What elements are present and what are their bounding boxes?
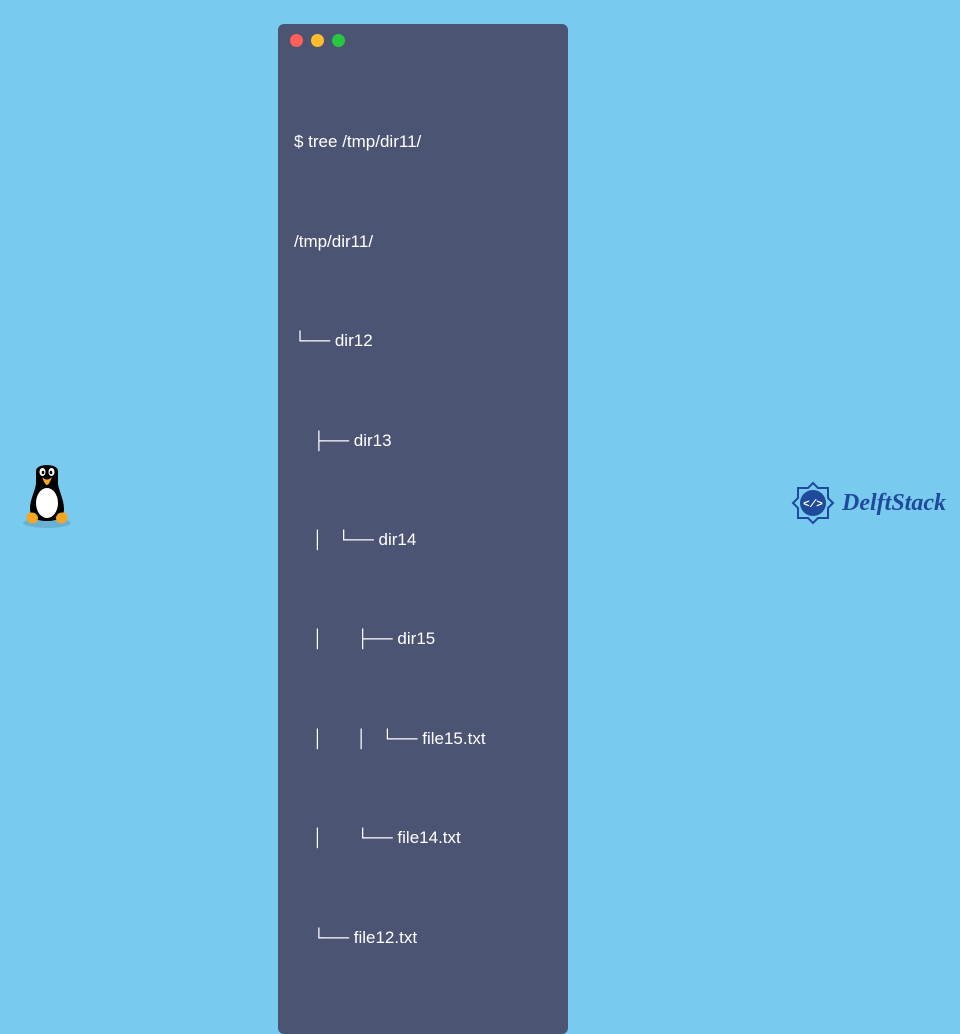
logo-mark-icon: </> [790, 480, 836, 526]
terminal-window: $ tree /tmp/dir11/ /tmp/dir11/ └── dir12… [278, 24, 568, 1034]
close-icon[interactable] [290, 34, 303, 47]
tree-line: ├── dir13 [294, 424, 552, 457]
svg-text:</>: </> [803, 499, 823, 511]
terminal-output: $ tree /tmp/dir11/ /tmp/dir11/ └── dir12… [278, 55, 568, 1020]
command-line: $ tree /tmp/dir11/ [294, 125, 552, 158]
tux-icon [16, 459, 78, 534]
minimize-icon[interactable] [311, 34, 324, 47]
tree-line: │ │ └── file15.txt [294, 722, 552, 755]
window-titlebar [278, 24, 568, 55]
delftstack-logo: </> DelftStack [790, 480, 946, 526]
tree-line: │ └── file14.txt [294, 821, 552, 854]
logo-text: DelftStack [842, 490, 946, 517]
tree-line: └── dir12 [294, 324, 552, 357]
tree-line: │ ├── dir15 [294, 622, 552, 655]
maximize-icon[interactable] [332, 34, 345, 47]
tree-line: └── file12.txt [294, 921, 552, 954]
tree-line: /tmp/dir11/ [294, 225, 552, 258]
